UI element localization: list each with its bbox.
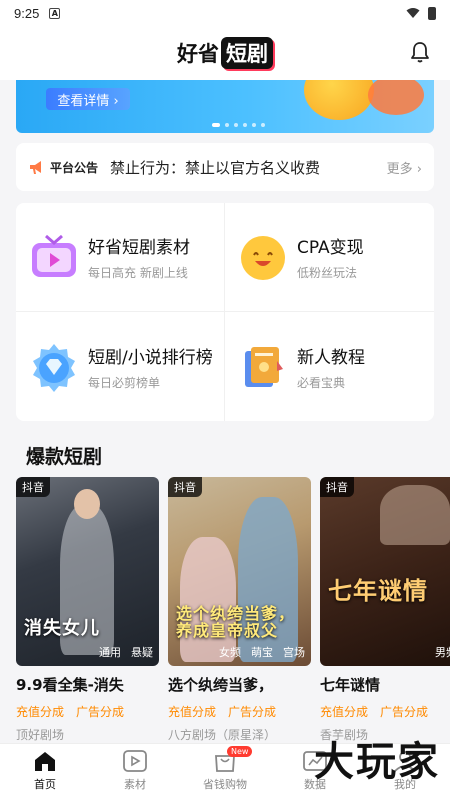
poster-title: 选个纨绔当爹，养成皇帝叔父 — [176, 603, 296, 641]
poster-title: 七年谜情 — [328, 577, 428, 605]
platform-badge: 抖音 — [320, 477, 354, 497]
diamond-badge-icon — [33, 343, 75, 392]
promo-banner[interactable]: 查看详情 › — [16, 80, 434, 133]
revenue-chips: 充值分成 广告分成 — [168, 703, 311, 720]
drama-title[interactable]: 9.9看全集-消失 — [16, 674, 159, 695]
view-details-button[interactable]: 查看详情 › — [46, 88, 130, 110]
studio-name: 顶好剧场 — [16, 728, 65, 742]
banner-decoration — [368, 80, 424, 115]
section-title: 爆款短剧 — [26, 446, 103, 468]
genre-tag: 宫场 — [283, 646, 305, 659]
bell-illustration — [304, 80, 374, 120]
revenue-chips: 充值分成 广告分成 — [320, 703, 450, 720]
feature-title: 好省短剧素材 — [88, 238, 190, 258]
tab-label: 首页 — [34, 778, 56, 791]
studio-name: 八方剧场（原星泽） — [168, 728, 277, 742]
notification-a-icon: A — [49, 7, 61, 19]
genre-tag: 悬疑 — [131, 646, 153, 659]
more-link[interactable]: 更多 › — [387, 158, 422, 177]
drama-poster[interactable]: 抖音 选个纨绔当爹，养成皇帝叔父 女频 萌宝 宫场 — [168, 477, 311, 666]
new-badge: New — [227, 746, 253, 757]
smile-face-icon — [241, 236, 285, 280]
home-icon — [35, 752, 55, 771]
tab-label: 素材 — [124, 778, 146, 791]
tab-home[interactable]: 首页 — [0, 744, 90, 797]
drama-card[interactable]: 抖音 消失女儿 通用 悬疑 9.9看全集-消失 充值分成 广告分成 顶好剧场 — [16, 477, 159, 743]
poster-title: 消失女儿 — [24, 618, 100, 639]
wifi-icon — [406, 8, 420, 18]
feature-grid: 好省短剧素材 每日高充 新剧上线 CPA变现 低粉丝玩法 短剧/小说排行榜 每日… — [16, 203, 434, 421]
feature-subtitle: 每日高充 新剧上线 — [88, 266, 188, 280]
feature-cpa[interactable]: CPA变现 低粉丝玩法 — [225, 203, 434, 312]
tab-label: 省钱购物 — [203, 778, 247, 791]
logo-text-2: 短剧 — [221, 37, 273, 69]
app-logo: 好省 短剧 — [177, 37, 273, 69]
revenue-chip: 广告分成 — [228, 705, 277, 719]
feature-rankings[interactable]: 短剧/小说排行榜 每日必剪榜单 — [16, 312, 225, 421]
book-icon — [245, 346, 283, 387]
genre-tag: 女频 — [219, 646, 241, 659]
megaphone-icon — [30, 161, 41, 174]
drama-poster[interactable]: 抖音 消失女儿 通用 悬疑 — [16, 477, 159, 666]
drama-carousel[interactable]: 抖音 消失女儿 通用 悬疑 9.9看全集-消失 充值分成 广告分成 顶好剧场 抖… — [16, 477, 450, 743]
revenue-chip: 广告分成 — [380, 705, 429, 719]
platform-badge: 抖音 — [168, 477, 202, 497]
tab-shopping[interactable]: New 省钱购物 — [180, 744, 270, 797]
announcement-text: 禁止行为：禁止以官方名义收费 — [110, 158, 321, 177]
tv-play-icon — [32, 234, 76, 277]
drama-card[interactable]: 抖音 选个纨绔当爹，养成皇帝叔父 女频 萌宝 宫场 选个纨绔当爹， 充值分成 广… — [168, 477, 311, 743]
revenue-chip: 充值分成 — [320, 705, 369, 719]
logo-text-1: 好省 — [177, 42, 219, 66]
feature-title: CPA变现 — [297, 238, 364, 258]
drama-poster[interactable]: 抖音 七年谜情 男频 — [320, 477, 450, 666]
genre-tag: 通用 — [99, 646, 121, 659]
status-time: 9:25 — [14, 5, 40, 21]
announcement-label: 平台公告 — [50, 160, 99, 175]
genre-tag: 萌宝 — [251, 646, 273, 659]
drama-title[interactable]: 选个纨绔当爹， — [168, 674, 311, 695]
genre-tag: 男频 — [435, 646, 450, 659]
feature-subtitle: 每日必剪榜单 — [88, 375, 161, 390]
play-icon — [123, 750, 147, 772]
feature-tutorial[interactable]: 新人教程 必看宝典 — [225, 312, 434, 421]
feature-title: 新人教程 — [297, 347, 365, 368]
app-header: 好省 短剧 — [0, 26, 450, 80]
drama-title[interactable]: 七年谜情 — [320, 674, 450, 695]
genre-tags: 女频 萌宝 宫场 — [219, 644, 305, 660]
announcement-bar[interactable]: 平台公告 禁止行为：禁止以官方名义收费 更多 › — [16, 143, 434, 191]
feature-subtitle: 低粉丝玩法 — [297, 266, 358, 280]
carousel-dots — [212, 123, 265, 127]
watermark: 大玩家 — [314, 738, 440, 785]
tab-materials[interactable]: 素材 — [90, 744, 180, 797]
status-bar: 9:25 A — [0, 0, 450, 26]
feature-title: 短剧/小说排行榜 — [88, 347, 213, 368]
revenue-chip: 广告分成 — [76, 705, 125, 719]
announcement-badge: 平台公告 — [28, 158, 98, 176]
revenue-chip: 充值分成 — [16, 705, 65, 719]
battery-icon — [428, 6, 436, 20]
drama-card[interactable]: 抖音 七年谜情 男频 七年谜情 充值分成 广告分成 香芋剧场 — [320, 477, 450, 743]
genre-tags: 通用 悬疑 — [99, 644, 153, 660]
genre-tags: 男频 — [435, 644, 450, 660]
platform-badge: 抖音 — [16, 477, 50, 497]
feature-subtitle: 必看宝典 — [297, 375, 346, 390]
bell-icon[interactable] — [408, 40, 432, 64]
revenue-chip: 充值分成 — [168, 705, 217, 719]
revenue-chips: 充值分成 广告分成 — [16, 703, 159, 720]
feature-drama-materials[interactable]: 好省短剧素材 每日高充 新剧上线 — [16, 203, 225, 312]
